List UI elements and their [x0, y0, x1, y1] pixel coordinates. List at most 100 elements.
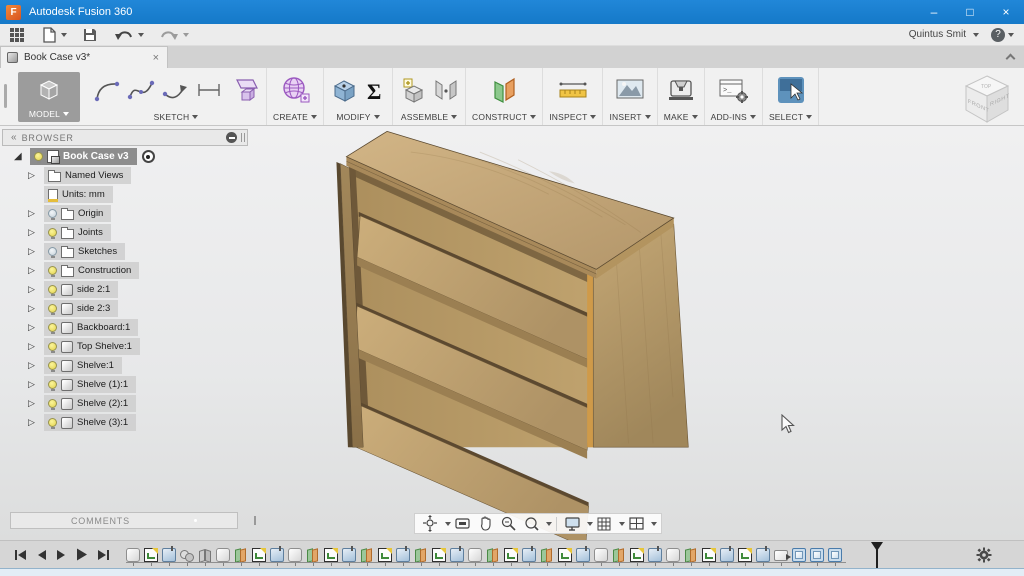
- ribbon-handle[interactable]: [4, 84, 7, 108]
- timeline-feature-plane[interactable]: [684, 548, 698, 562]
- tree-expanded-icon[interactable]: ◢: [14, 151, 30, 162]
- pan-button[interactable]: [474, 514, 497, 533]
- timeline-feature-plane[interactable]: [306, 548, 320, 562]
- timeline-feature-sketch[interactable]: [738, 547, 752, 562]
- display-settings-button[interactable]: [561, 514, 584, 533]
- timeline-feature-joint[interactable]: [198, 548, 212, 562]
- tree-expand-icon[interactable]: ▷: [28, 379, 44, 390]
- visibility-bulb-icon[interactable]: [48, 361, 57, 372]
- visibility-bulb-icon[interactable]: [48, 323, 57, 334]
- browser-resize-grip[interactable]: [241, 133, 245, 142]
- timeline-feature-sketch[interactable]: [432, 547, 446, 562]
- ribbon-dropdown-create[interactable]: CREATE: [273, 112, 318, 122]
- browser-minimize-icon[interactable]: [226, 132, 237, 143]
- ribbon-dropdown-addins[interactable]: ADD-INS: [711, 112, 756, 122]
- browser-item-named-views[interactable]: ▷ Named Views: [2, 166, 248, 185]
- tree-expand-icon[interactable]: ▷: [28, 284, 44, 295]
- timeline-feature-plane[interactable]: [414, 548, 428, 562]
- viewcube-top-label[interactable]: TOP: [981, 84, 992, 90]
- orbit-button[interactable]: [419, 514, 442, 533]
- visibility-bulb-icon[interactable]: [48, 285, 57, 296]
- timeline-feature-extrude[interactable]: [342, 545, 356, 562]
- timeline-feature-plane[interactable]: [540, 548, 554, 562]
- new-component-button[interactable]: [399, 75, 429, 105]
- browser-item-origin[interactable]: ▷ Origin: [2, 204, 248, 223]
- visibility-bulb-icon[interactable]: [48, 247, 57, 258]
- minimize-button[interactable]: –: [916, 0, 952, 24]
- timeline-feature-move[interactable]: [774, 550, 791, 561]
- timeline-feature-plane[interactable]: [612, 548, 626, 562]
- measure-button[interactable]: [556, 75, 590, 105]
- ribbon-dropdown-insert[interactable]: INSERT: [609, 112, 651, 122]
- activate-component-radio[interactable]: [141, 150, 155, 163]
- timeline-feature-body[interactable]: [216, 547, 230, 562]
- help-icon[interactable]: ?: [991, 27, 1005, 42]
- ribbon-dropdown-sketch[interactable]: SKETCH: [154, 112, 199, 122]
- step-forward-button[interactable]: [56, 549, 67, 561]
- tree-expand-icon[interactable]: ▷: [28, 303, 44, 314]
- browser-item-construction[interactable]: ▷ Construction: [2, 261, 248, 280]
- create-form-button[interactable]: [279, 74, 311, 106]
- ribbon-dropdown-make[interactable]: MAKE: [664, 112, 698, 122]
- tree-expand-icon[interactable]: ▷: [28, 341, 44, 352]
- browser-item-side-2-1[interactable]: ▷ side 2:1: [2, 280, 248, 299]
- timeline-feature-sketch[interactable]: [252, 547, 266, 562]
- step-back-button[interactable]: [36, 549, 47, 561]
- timeline-feature-plane[interactable]: [486, 548, 500, 562]
- timeline-feature-extrude[interactable]: [648, 545, 662, 562]
- timeline-feature-extrude[interactable]: [162, 545, 176, 562]
- visibility-bulb-icon[interactable]: [48, 380, 57, 391]
- timeline-feature-sketch[interactable]: [144, 547, 158, 562]
- viewports-button[interactable]: [625, 514, 648, 533]
- visibility-bulb-icon[interactable]: [48, 304, 57, 315]
- browser-item-shelve-1[interactable]: ▷ Shelve:1: [2, 356, 248, 375]
- timeline-feature-body[interactable]: [594, 547, 608, 562]
- create-sketch-button[interactable]: [228, 75, 260, 105]
- user-menu[interactable]: Quintus Smit: [909, 29, 966, 40]
- look-at-button[interactable]: [451, 514, 474, 533]
- timeline-feature-pattern[interactable]: [810, 547, 824, 562]
- redo-button[interactable]: [158, 26, 189, 44]
- tree-expand-icon[interactable]: ▷: [28, 417, 44, 428]
- press-pull-button[interactable]: [330, 75, 360, 105]
- tree-expand-icon[interactable]: ▷: [28, 246, 44, 257]
- browser-item-top-shelve-1[interactable]: ▷ Top Shelve:1: [2, 337, 248, 356]
- timeline-feature-sketch[interactable]: [378, 547, 392, 562]
- save-button[interactable]: [81, 26, 99, 44]
- help-menu-arrow[interactable]: [1008, 32, 1014, 37]
- view-cube[interactable]: TOP FRONT RIGHT: [956, 70, 1018, 132]
- browser-item-backboard-1[interactable]: ▷ Backboard:1: [2, 318, 248, 337]
- visibility-bulb-icon[interactable]: [48, 418, 57, 429]
- user-menu-arrow[interactable]: [973, 32, 979, 37]
- file-menu-button[interactable]: [38, 25, 67, 45]
- browser-item-root[interactable]: ◢ Book Case v3: [2, 147, 248, 166]
- browser-item-side-2-3[interactable]: ▷ side 2:3: [2, 299, 248, 318]
- browser-item-joints[interactable]: ▷ Joints: [2, 223, 248, 242]
- ribbon-dropdown-assemble[interactable]: ASSEMBLE: [401, 112, 458, 122]
- select-button[interactable]: [776, 75, 806, 105]
- timeline-feature-extrude[interactable]: [270, 545, 284, 562]
- skip-to-end-button[interactable]: [97, 549, 110, 561]
- timeline-feature-plane[interactable]: [234, 548, 248, 562]
- visibility-bulb-icon[interactable]: [48, 266, 57, 277]
- browser-item-shelve-3-1[interactable]: ▷ Shelve (3):1: [2, 413, 248, 432]
- visibility-bulb-icon[interactable]: [34, 152, 43, 163]
- visibility-bulb-icon[interactable]: [48, 342, 57, 353]
- timeline-feature-extrude[interactable]: [720, 545, 734, 562]
- sketch-spline-button[interactable]: [126, 75, 156, 105]
- timeline-feature-pattern[interactable]: [828, 547, 842, 562]
- timeline-feature-extrude[interactable]: [522, 545, 536, 562]
- timeline-feature-sketch[interactable]: [324, 547, 338, 562]
- visibility-bulb-icon[interactable]: [48, 399, 57, 410]
- fit-button[interactable]: [520, 514, 543, 533]
- timeline-feature-sketch[interactable]: [558, 547, 572, 562]
- undo-button[interactable]: [113, 26, 144, 44]
- play-button[interactable]: [76, 548, 88, 561]
- tree-expand-icon[interactable]: ▷: [28, 265, 44, 276]
- timeline-feature-sketch[interactable]: [702, 547, 716, 562]
- ribbon-dropdown-construct[interactable]: CONSTRUCT: [472, 112, 537, 122]
- timeline-settings-button[interactable]: [976, 547, 992, 563]
- browser-item-shelve-2-1[interactable]: ▷ Shelve (2):1: [2, 394, 248, 413]
- visibility-bulb-icon[interactable]: [48, 209, 57, 220]
- document-tab[interactable]: Book Case v3* ×: [0, 46, 168, 68]
